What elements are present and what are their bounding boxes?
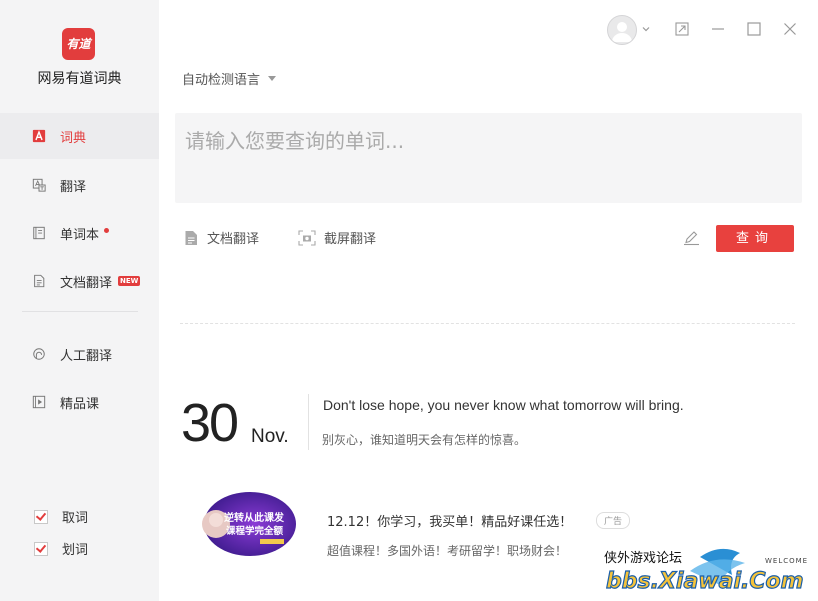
sidebar-item-translate[interactable]: 翻译	[0, 162, 159, 208]
handwriting-button[interactable]	[683, 230, 708, 246]
sidebar-item-label: 词典	[60, 130, 87, 146]
capture-word-checkbox[interactable]	[34, 509, 48, 524]
sidebar-item-wordbook[interactable]: 单词本	[0, 210, 159, 256]
chevron-down-icon	[268, 76, 277, 81]
ad-image[interactable]: 逆转从此课发 课程学完全额	[198, 488, 298, 558]
video-course-icon	[32, 394, 46, 410]
dictionary-a-icon	[32, 128, 46, 144]
sidebar-item-label: 精品课	[60, 396, 100, 412]
screenshot-translate-button[interactable]: 截屏翻译	[298, 228, 376, 247]
query-button[interactable]: 查询	[716, 225, 794, 252]
svg-text:课程学完全额: 课程学完全额	[226, 525, 284, 537]
ad-subtitle[interactable]: 超值课程！多国外语！考研留学！职场财会！	[327, 542, 567, 559]
ad-badge: 广告	[596, 512, 631, 529]
sidebar-item-label: 人工翻译	[60, 348, 113, 364]
svg-text:bbs.Xiawai.Com: bbs.Xiawai.Com	[606, 569, 804, 594]
headset-icon	[32, 346, 46, 362]
translate-icon	[32, 177, 46, 193]
sidebar-item-doc-translate[interactable]: 文档翻译 NEW	[0, 258, 159, 304]
search-input[interactable]: 请输入您要查询的单词...	[175, 113, 802, 203]
account-dropdown-icon[interactable]	[635, 18, 657, 40]
close-icon[interactable]	[779, 18, 801, 40]
sidebar: 有道 网易有道词典 词典 翻译 单词本 文档翻译 NEW 人工翻译 精品课 取词…	[0, 0, 159, 601]
language-select-value: 自动检测语言	[182, 73, 261, 88]
select-word-toggle[interactable]: 划词	[34, 539, 88, 558]
select-word-checkbox[interactable]	[34, 541, 48, 556]
svg-text:逆转从此课发: 逆转从此课发	[224, 511, 285, 524]
sidebar-item-label: 文档翻译	[60, 275, 113, 291]
svg-text:侠外游戏论坛: 侠外游戏论坛	[604, 551, 682, 566]
maximize-icon[interactable]	[743, 18, 765, 40]
language-select[interactable]: 自动检测语言	[182, 69, 277, 88]
sidebar-item-human-translate[interactable]: 人工翻译	[0, 331, 159, 377]
ad-title[interactable]: 12.12！你学习，我买单！精品好课任选！	[327, 511, 572, 530]
capture-word-label: 取词	[62, 511, 89, 526]
sidebar-item-label: 单词本	[60, 227, 100, 243]
capture-word-toggle[interactable]: 取词	[34, 507, 88, 526]
avatar[interactable]	[607, 15, 637, 45]
sidebar-item-dictionary[interactable]: 词典	[0, 113, 159, 159]
wordbook-icon	[32, 225, 46, 241]
sidebar-divider	[22, 311, 138, 312]
watermark-logo: 侠外游戏论坛 bbs.Xiawai.Com WELCOME	[604, 548, 808, 595]
screenshot-translate-label: 截屏翻译	[324, 232, 377, 247]
mini-mode-icon[interactable]	[671, 18, 693, 40]
sidebar-item-courses[interactable]: 精品课	[0, 379, 159, 425]
daily-quote-zh: 别灰心，谁知道明天会有怎样的惊喜。	[322, 433, 527, 447]
document-icon	[32, 273, 46, 289]
divider	[180, 323, 795, 324]
app-name: 网易有道词典	[37, 71, 122, 87]
minimize-icon[interactable]	[707, 18, 729, 40]
pen-icon	[684, 231, 699, 246]
daily-separator	[308, 394, 309, 450]
daily-quote-en[interactable]: Don't lose hope, you never know what tom…	[323, 397, 684, 413]
doc-translate-button[interactable]: 文档翻译	[184, 228, 259, 247]
doc-translate-label: 文档翻译	[207, 232, 260, 247]
app-logo: 有道	[62, 28, 95, 60]
svg-text:WELCOME: WELCOME	[765, 557, 808, 565]
new-item-dot	[104, 227, 110, 233]
daily-month: Nov.	[251, 426, 289, 447]
daily-day: 30	[181, 393, 239, 453]
select-word-label: 划词	[62, 543, 89, 558]
screenshot-camera-icon	[298, 229, 316, 246]
document-icon	[185, 230, 197, 245]
new-badge: NEW	[118, 276, 141, 286]
search-placeholder: 请输入您要查询的单词...	[185, 129, 405, 153]
sidebar-item-label: 翻译	[60, 179, 87, 195]
